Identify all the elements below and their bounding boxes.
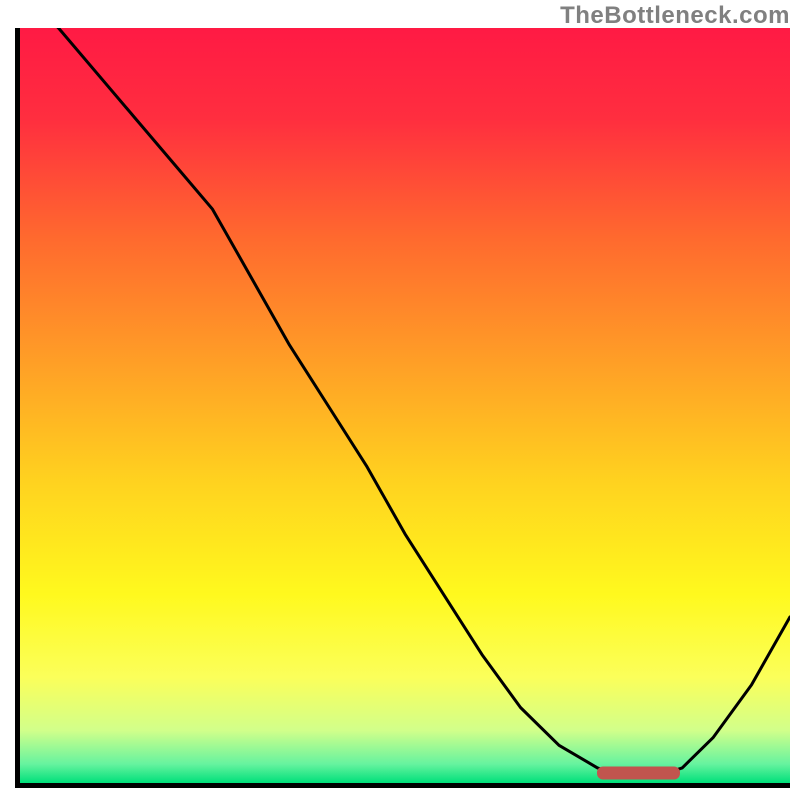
chart-svg [20,28,790,783]
optimal-marker [597,767,680,780]
gradient-background [20,28,790,783]
watermark-text: TheBottleneck.com [560,2,790,30]
plot-area [15,28,790,788]
chart-container: TheBottleneck.com [0,0,800,800]
